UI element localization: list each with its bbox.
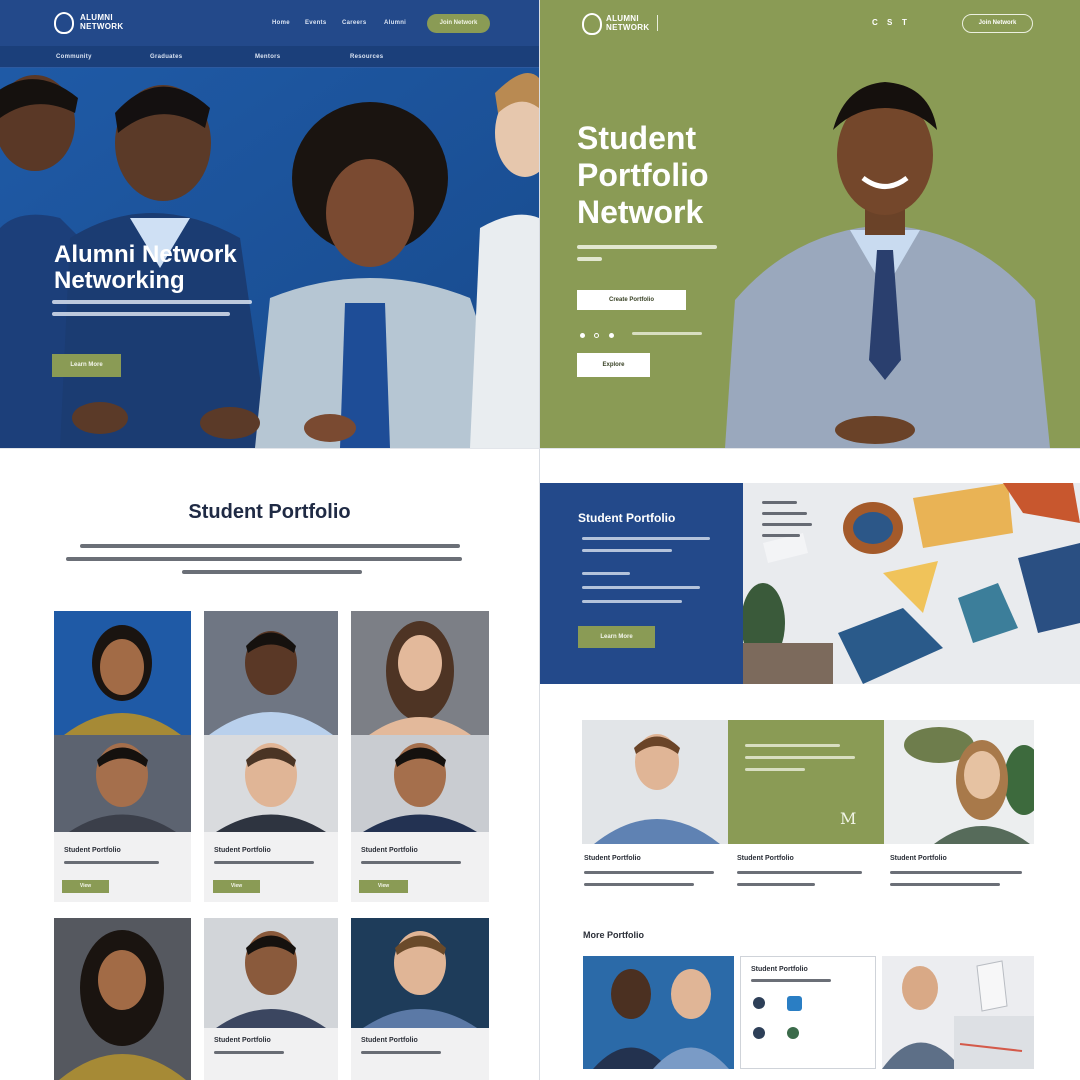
portfolio-showcase-section: Student Portfolio Learn More M Student P… (540, 449, 1080, 1080)
learn-more-button[interactable]: Learn More (578, 626, 655, 648)
nav-link-c[interactable]: C (872, 18, 878, 27)
learn-more-button[interactable]: Learn More (52, 354, 121, 377)
nav-link-careers[interactable]: Careers (342, 20, 366, 26)
profile-photo[interactable] (582, 720, 728, 844)
explore-button[interactable]: Explore (577, 353, 650, 377)
nav-link-alumni[interactable]: Alumni (384, 20, 406, 26)
subnav-resources[interactable]: Resources (350, 54, 383, 60)
nav-link-events[interactable]: Events (305, 20, 326, 26)
resources-card-text (751, 979, 831, 982)
card-text (361, 1051, 441, 1054)
portfolio-photo (204, 918, 338, 1028)
resource-icon (753, 997, 765, 1009)
hero-man-photo (725, 60, 1055, 448)
shield-logo-icon (582, 13, 602, 35)
student-portfolio-section: Student Portfolio Student Portfolio View… (0, 449, 539, 1080)
profile-text (737, 883, 815, 886)
profile-text (890, 883, 1000, 886)
card-name: Student Portfolio (361, 847, 418, 854)
card-name: Student Portfolio (64, 847, 121, 854)
nav-link-home[interactable]: Home (272, 20, 290, 26)
hero-description (577, 245, 717, 261)
hero-description (52, 300, 257, 316)
portfolio-hero-panel: ALUMNI NETWORK C S T Join Network Student… (540, 0, 1080, 448)
profile-photo[interactable] (884, 720, 1034, 844)
nav-link-t[interactable]: T (902, 18, 907, 27)
subnav-community[interactable]: Community (56, 54, 92, 60)
panel-divider-horizontal (0, 448, 1080, 449)
join-network-button[interactable]: Join Network (427, 14, 490, 33)
portfolio-photo (54, 735, 191, 832)
design-photo-caption (762, 501, 812, 537)
subnav-mentors[interactable]: Mentors (255, 54, 280, 60)
resource-icon (753, 1027, 765, 1039)
profile-name: Student Portfolio (737, 855, 794, 862)
highlight-description (745, 744, 855, 771)
section-description (66, 544, 462, 574)
banner-title: Student Portfolio (578, 511, 676, 525)
card-text (64, 861, 159, 864)
logo-text: ALUMNI NETWORK (606, 14, 650, 32)
profile-text (584, 871, 714, 874)
workspace-photo[interactable] (882, 956, 1034, 1069)
profile-name: Student Portfolio (890, 855, 947, 862)
profile-text (890, 871, 1022, 874)
nav-link-s[interactable]: S (887, 18, 893, 27)
section-title: Student Portfolio (188, 501, 351, 523)
card-name: Student Portfolio (361, 1037, 418, 1044)
portfolio-photo[interactable] (54, 918, 191, 1080)
portfolio-photo (351, 918, 489, 1028)
panel-divider-vertical (539, 0, 540, 1080)
card-text (361, 861, 461, 864)
card-text (214, 861, 314, 864)
app-icon (787, 996, 802, 1011)
view-button[interactable]: View (62, 880, 109, 893)
hero-title: Student Portfolio Network (577, 120, 709, 230)
alumni-hero-panel: ALUMNI NETWORK Home Events Careers Alumni… (0, 0, 539, 448)
join-network-button[interactable]: Join Network (962, 14, 1033, 33)
profile-highlight-card (728, 720, 884, 844)
signature-mark: M (840, 809, 857, 828)
hero-title: Alumni Network Networking (54, 241, 237, 294)
more-section-title: More Portfolio (583, 930, 644, 940)
resources-card-title: Student Portfolio (751, 966, 808, 973)
logo-text: ALUMNI NETWORK (80, 13, 124, 31)
profile-text (737, 871, 862, 874)
banner-description (582, 537, 710, 603)
globe-icon (787, 1027, 799, 1039)
portfolio-photo[interactable] (351, 611, 489, 735)
profile-name: Student Portfolio (584, 855, 641, 862)
portfolio-photo[interactable] (204, 611, 338, 735)
portfolio-photo (204, 735, 338, 832)
shield-logo-icon (54, 12, 74, 34)
view-button[interactable]: View (213, 880, 260, 893)
view-button[interactable]: View (359, 880, 408, 893)
card-text (214, 1051, 284, 1054)
profile-text (584, 883, 694, 886)
subnav-graduates[interactable]: Graduates (150, 54, 182, 60)
logo-divider (657, 15, 658, 31)
group-photo[interactable] (583, 956, 734, 1069)
portfolio-photo[interactable] (54, 611, 191, 735)
portfolio-photo (351, 735, 489, 832)
card-name: Student Portfolio (214, 847, 271, 854)
create-portfolio-button[interactable]: Create Portfolio (577, 290, 686, 310)
card-name: Student Portfolio (214, 1037, 271, 1044)
carousel-dots[interactable] (580, 325, 703, 343)
